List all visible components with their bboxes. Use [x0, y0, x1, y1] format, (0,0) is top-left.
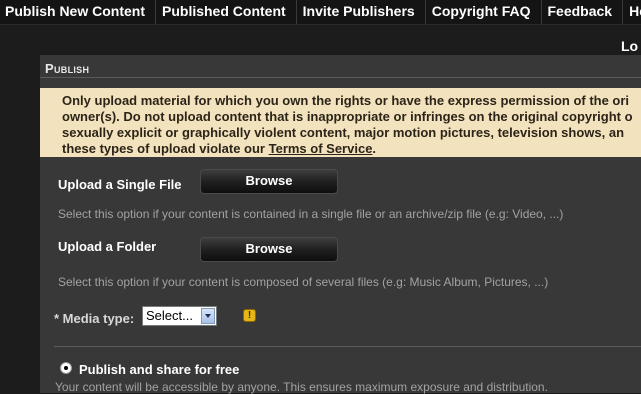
options-divider — [54, 346, 641, 347]
publish-panel: Publish Only upload material for which y… — [40, 55, 641, 394]
publish-free-description: Your content will be accessible by anyon… — [55, 380, 548, 394]
notice-line: sexually explicit or graphically violent… — [62, 125, 625, 140]
publish-free-radio[interactable] — [60, 362, 72, 374]
notice-line-last: these types of upload violate our Terms … — [62, 141, 641, 157]
nav-copyright-faq[interactable]: Copyright FAQ — [426, 0, 542, 24]
notice-line: Only upload material for which you own t… — [62, 93, 630, 108]
top-navigation: Publish New Content Published Content In… — [0, 0, 641, 25]
warning-icon: ! — [243, 309, 256, 322]
media-type-selected-value: Select... — [146, 308, 193, 323]
notice-line-text: these types of upload violate our — [62, 141, 265, 156]
nav-invite-publishers[interactable]: Invite Publishers — [297, 0, 426, 24]
browse-file-button[interactable]: Browse — [200, 169, 338, 194]
nav-published-content[interactable]: Published Content — [156, 0, 297, 24]
nav-publish-new-content[interactable]: Publish New Content — [0, 0, 156, 24]
single-file-hint: Select this option if your content is co… — [58, 207, 564, 221]
browse-folder-button[interactable]: Browse — [200, 237, 338, 262]
chevron-down-icon[interactable] — [201, 308, 215, 324]
logout-link[interactable]: Lo — [621, 38, 641, 54]
publish-free-label[interactable]: Publish and share for free — [79, 362, 239, 377]
nav-help[interactable]: He — [623, 0, 641, 24]
copyright-notice: Only upload material for which you own t… — [40, 88, 641, 157]
title-divider — [40, 77, 641, 78]
media-type-label: * Media type: — [54, 311, 135, 326]
nav-feedback[interactable]: Feedback — [542, 0, 624, 24]
folder-hint: Select this option if your content is co… — [58, 275, 549, 289]
upload-single-file-label: Upload a Single File — [58, 177, 182, 192]
upload-folder-label: Upload a Folder — [58, 239, 157, 254]
notice-period: . — [372, 141, 377, 156]
notice-line: owner(s). Do not upload content that is … — [62, 109, 633, 124]
media-type-select[interactable]: Select... — [142, 306, 217, 326]
terms-of-service-link[interactable]: Terms of Service — [269, 141, 373, 156]
section-title: Publish — [45, 61, 90, 76]
